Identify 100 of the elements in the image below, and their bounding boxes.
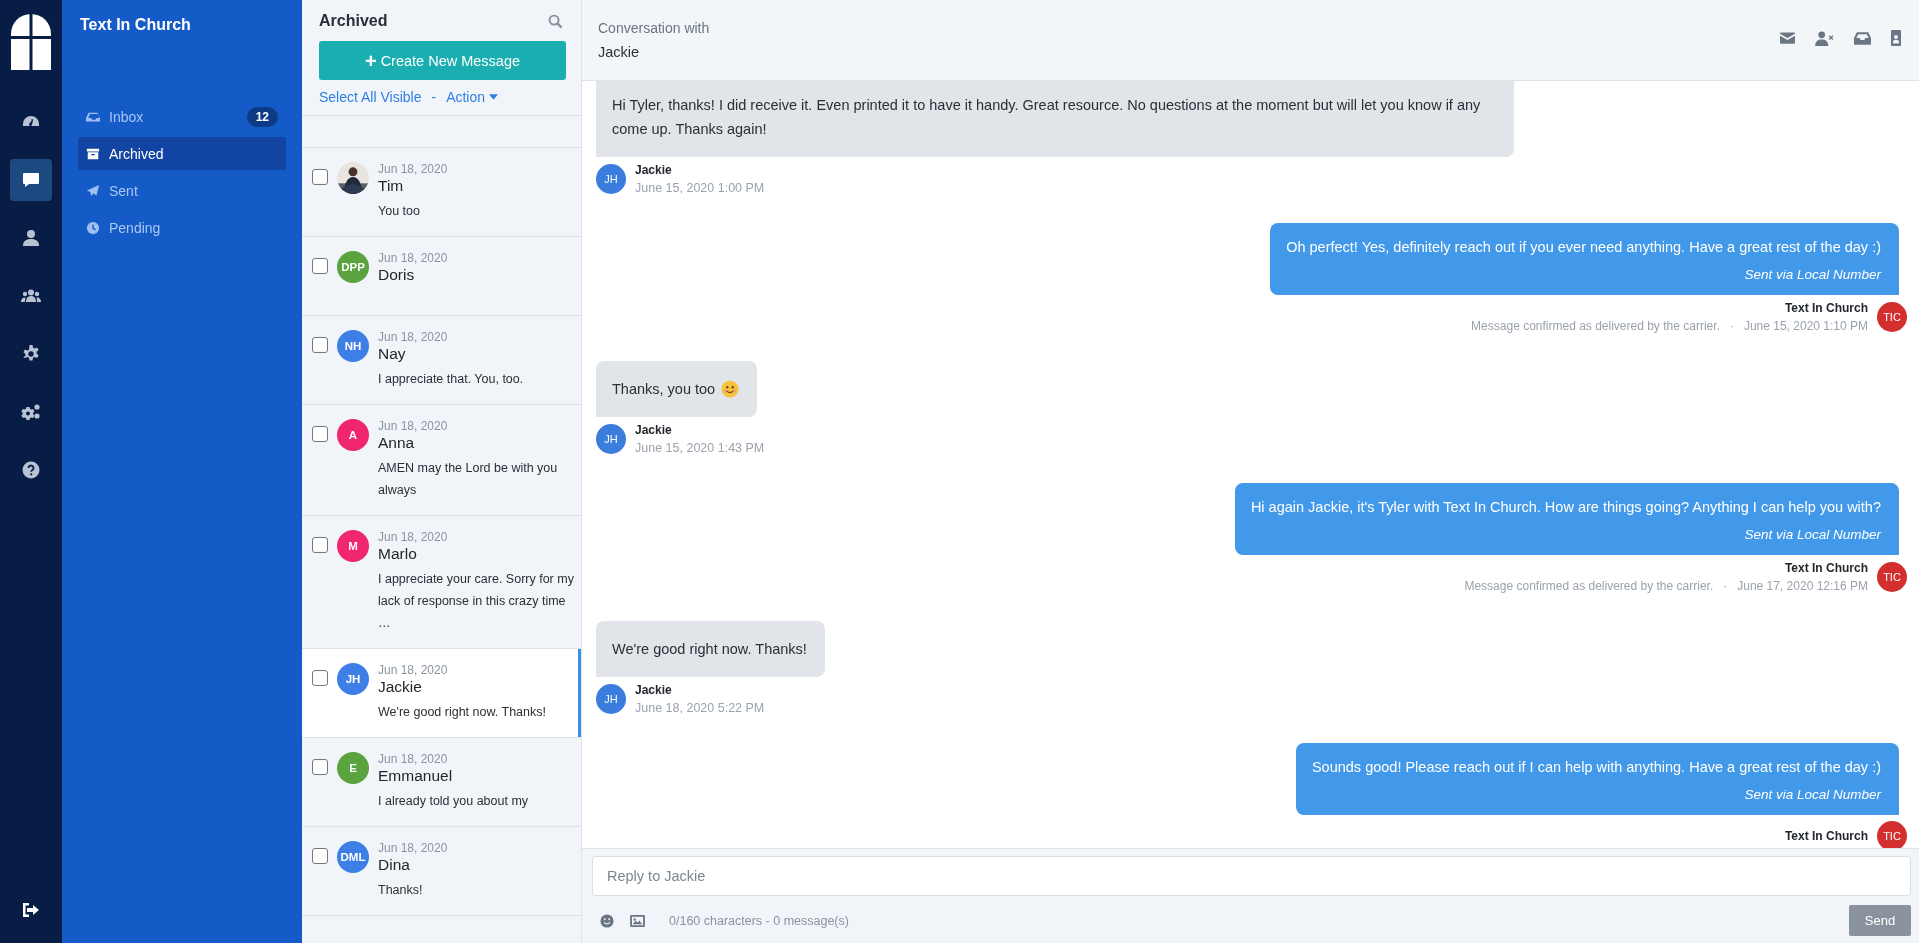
contact-card-icon[interactable]	[1891, 30, 1901, 46]
message-preview: You too	[378, 203, 421, 220]
folder-item[interactable]: Archived	[78, 137, 286, 170]
conversation-item[interactable]: Jun 18, 2020 Tim You too	[302, 148, 581, 237]
message-date: Jun 18, 2020	[378, 752, 449, 766]
message-text: Oh perfect! Yes, definitely reach out if you ever need anything. Have a great rest of the day :)	[1286, 238, 1881, 257]
sender-name: Text In Church	[1784, 301, 1868, 315]
message-date: Jun 18, 2020	[378, 330, 449, 344]
reply-field[interactable]: Reply to Jackie	[592, 856, 1911, 896]
contact-name: Marlo	[378, 545, 418, 563]
delivery-note: Sent via Local Number	[1744, 786, 1881, 804]
delivery-note: Sent via Local Number	[1744, 266, 1881, 284]
contact-name: Anna	[378, 434, 416, 452]
conversation-item[interactable]: E Jun 18, 2020 Emmanuel I already told you about my	[302, 738, 581, 827]
sender-name: Text In Church	[1784, 829, 1868, 843]
avatar: NH	[337, 330, 369, 362]
avatar: E	[337, 752, 369, 784]
checkbox[interactable]	[312, 759, 328, 775]
checkbox[interactable]	[312, 670, 328, 686]
message-time: June 15, 2020 1:43 PM	[635, 441, 765, 455]
conversation-item[interactable]: A Jun 18, 2020 Anna AMEN may the Lord be with you always	[302, 405, 581, 516]
message-text: We're good right now. Thanks!	[612, 640, 807, 659]
action-dropdown[interactable]: Action	[446, 89, 499, 105]
folder-item[interactable]: Pending	[78, 211, 286, 244]
contact-name: Nay	[378, 345, 407, 363]
help-icon	[21, 460, 41, 480]
user-icon	[21, 228, 41, 248]
separator: -	[431, 89, 437, 105]
avatar: TIC	[1877, 821, 1907, 848]
sender-name: Text In Church	[1784, 561, 1868, 575]
checkbox[interactable]	[312, 426, 328, 442]
message-time: June 15, 2020 1:10 PM	[1743, 319, 1868, 333]
brand-name: Text In Church	[80, 16, 192, 34]
avatar: DML	[337, 841, 369, 873]
archive-icon	[86, 146, 100, 161]
message-preview: Thanks!	[378, 882, 424, 899]
select-all-link[interactable]: Select All Visible	[319, 89, 422, 105]
paper-plane-icon	[86, 183, 100, 198]
checkbox[interactable]	[312, 337, 328, 353]
unread-count: 12	[246, 106, 278, 127]
chat-nav-button[interactable]	[10, 159, 52, 201]
envelope-icon[interactable]	[1780, 32, 1795, 44]
remove-user-icon[interactable]	[1815, 30, 1834, 46]
character-counter: 0/160 characters - 0 message(s)	[669, 913, 849, 928]
contact-name: Jackie	[378, 678, 423, 696]
folder-title: Archived	[319, 12, 388, 30]
contact-name: Dina	[378, 856, 411, 874]
message-time: June 15, 2020 1:00 PM	[635, 181, 765, 195]
conversation-item[interactable]: JH Jun 18, 2020 Jackie We're good right now. Thanks!	[302, 649, 581, 738]
checkbox[interactable]	[312, 258, 328, 274]
separator: ·	[1723, 579, 1728, 593]
avatar: TIC	[1877, 562, 1907, 592]
avatar: A	[337, 419, 369, 451]
folder-item[interactable]: Sent	[78, 174, 286, 207]
image-button[interactable]	[630, 914, 645, 927]
separator: ·	[1729, 319, 1734, 333]
emoji-button[interactable]	[600, 913, 614, 928]
message-date: Jun 18, 2020	[378, 251, 448, 265]
sign-out-icon	[21, 900, 41, 920]
folder-item[interactable]: Inbox 12	[78, 100, 286, 133]
message-date: Jun 18, 2020	[378, 419, 449, 433]
message-preview: I already told you about my	[378, 793, 530, 810]
message-preview: I appreciate your care. Sorry for my lack of response in this crazy time …	[378, 571, 575, 632]
contact-name: Jackie	[598, 44, 641, 60]
message-preview: We're good right now. Thanks!	[378, 704, 547, 721]
avatar: JH	[596, 424, 626, 454]
delivery-status: Message confirmed as delivered by the carrier.	[1471, 319, 1720, 333]
avatar: DPP	[337, 251, 369, 283]
message-date: Jun 18, 2020	[378, 162, 449, 176]
message-text: Hi Tyler, thanks! I did receive it. Even printed it to have it handy. Great resource. No questions at the moment but will let you know if any come up. Thanks again!	[612, 96, 1482, 139]
message-date: Jun 18, 2020	[378, 530, 449, 544]
checkbox[interactable]	[312, 848, 328, 864]
delivery-note: Sent via Local Number	[1744, 526, 1881, 544]
message-text: Sounds good! Please reach out if I can help with anything. Have a great rest of the day :)	[1311, 758, 1881, 777]
logo-icon	[11, 14, 51, 70]
conversation-label: Conversation with	[598, 20, 710, 36]
avatar: M	[337, 530, 369, 562]
avatar: JH	[596, 164, 626, 194]
message-preview: I appreciate that. You, too.	[378, 371, 525, 388]
contact-name: Emmanuel	[378, 767, 454, 785]
message-date: Jun 18, 2020	[378, 841, 449, 855]
search-button[interactable]	[548, 13, 563, 29]
checkbox[interactable]	[312, 537, 328, 553]
contact-name: Doris	[378, 266, 416, 284]
inbox-icon[interactable]	[1854, 31, 1871, 45]
sender-name: Jackie	[635, 423, 673, 437]
gears-icon	[21, 402, 41, 422]
message-text: Hi again Jackie, it's Tyler with Text In Church. How are things going? Anything I can help you with?	[1250, 498, 1881, 517]
chat-icon	[21, 170, 41, 190]
delivery-status: Message confirmed as delivered by the carrier.	[1464, 579, 1714, 593]
checkbox[interactable]	[312, 169, 328, 185]
message-preview: AMEN may the Lord be with you always	[378, 460, 559, 499]
sender-name: Jackie	[635, 163, 673, 177]
message-time: June 18, 2020 5:22 PM	[635, 701, 765, 715]
clock-icon	[86, 220, 100, 235]
avatar: TIC	[1877, 302, 1907, 332]
conversation-item[interactable]: NH Jun 18, 2020 Nay I appreciate that. You, too.	[302, 316, 581, 405]
sender-name: Jackie	[635, 683, 673, 697]
message-time: June 17, 2020 12:16 PM	[1737, 579, 1868, 593]
caret-icon	[489, 94, 499, 100]
